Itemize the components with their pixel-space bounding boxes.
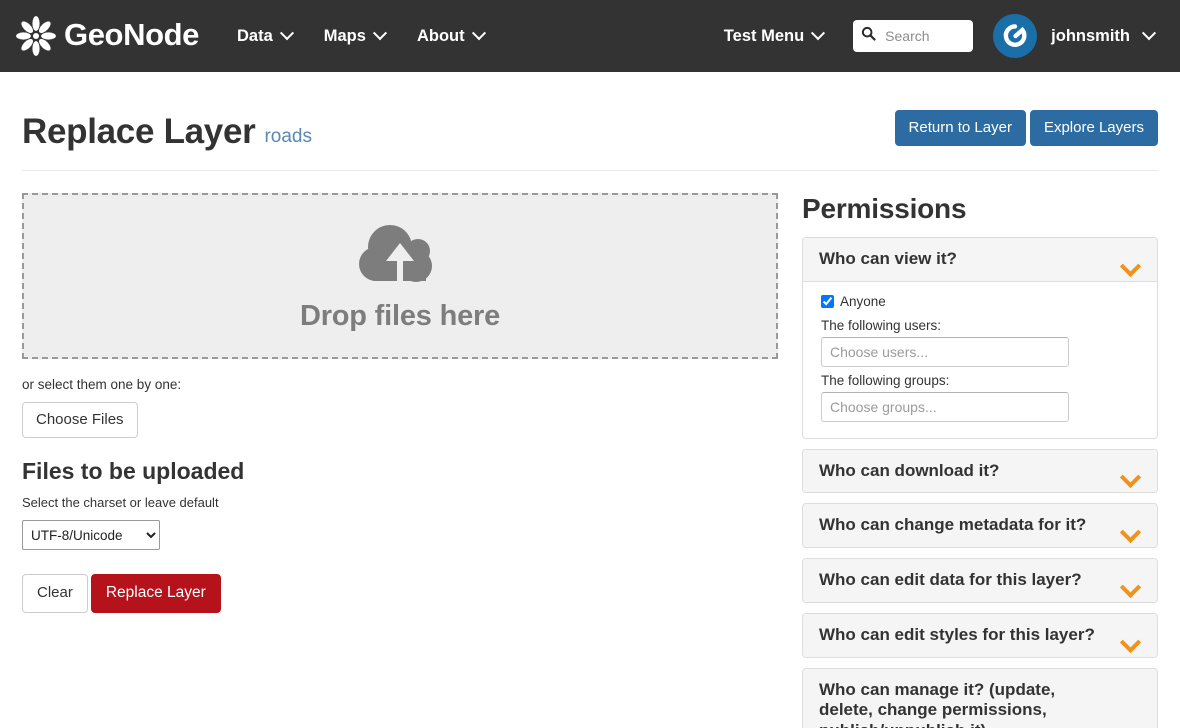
permission-panel-edit-styles-title: Who can edit styles for this layer? (819, 624, 1095, 644)
chevron-down-icon[interactable] (1121, 259, 1141, 270)
brand-name: GeoNode (64, 17, 199, 52)
chevron-down-icon[interactable] (1121, 635, 1141, 646)
permission-panel-view-body: Anyone The following users: The followin… (803, 282, 1157, 438)
anyone-checkbox-label: Anyone (840, 293, 886, 309)
chevron-down-icon (471, 26, 486, 41)
chevron-down-icon[interactable] (1121, 580, 1141, 591)
permission-panel-edit-data-title: Who can edit data for this layer? (819, 570, 1082, 590)
nav-item-data[interactable]: Data (221, 17, 308, 56)
permissions-title: Permissions (802, 193, 967, 224)
chevron-down-icon (811, 26, 826, 41)
permission-panel-manage-header[interactable]: Who can manage it? (update, delete, chan… (803, 668, 1157, 728)
chevron-down-icon (372, 26, 388, 41)
primary-nav: Data Maps About (221, 17, 500, 56)
search-box[interactable] (853, 20, 974, 52)
permission-panel-edit-styles: Who can edit styles for this layer? (802, 612, 1158, 658)
nav-item-test-menu[interactable]: Test Menu (708, 17, 839, 56)
permission-panel-download-title: Who can download it? (819, 460, 1000, 480)
page-header: Replace Layer roads Return to Layer Expl… (22, 72, 1158, 152)
navbar-right-section: Test Menu johnsmith (708, 14, 1164, 58)
return-to-layer-button[interactable]: Return to Layer (894, 110, 1026, 146)
dropzone-label: Drop files here (299, 300, 501, 332)
replace-layer-button[interactable]: Replace Layer (90, 574, 221, 613)
choose-groups-input[interactable] (821, 391, 1069, 422)
permission-panel-metadata-header[interactable]: Who can change metadata for it? (803, 504, 1157, 548)
cloud-upload-icon (354, 219, 446, 298)
select-files-hint: or select them one by one: (22, 377, 182, 392)
anyone-checkbox[interactable] (821, 294, 834, 308)
user-menu-toggle[interactable] (1134, 21, 1164, 51)
upload-actions: Clear Replace Layer (22, 574, 778, 613)
permission-panel-view: Who can view it? Anyone The following us… (802, 237, 1158, 439)
permission-panel-edit-data-header[interactable]: Who can edit data for this layer? (803, 559, 1157, 602)
permission-panel-download-header[interactable]: Who can download it? (803, 449, 1157, 493)
permission-panel-manage: Who can manage it? (update, delete, chan… (802, 667, 1158, 728)
permission-panel-download: Who can download it? (802, 448, 1158, 494)
permission-panel-manage-title: Who can manage it? (update, delete, chan… (819, 679, 1056, 728)
permission-panel-metadata-title: Who can change metadata for it? (819, 515, 1087, 535)
brand-logo-link[interactable]: GeoNode (14, 14, 199, 58)
chevron-down-icon[interactable] (1121, 470, 1141, 481)
permission-panel-view-header[interactable]: Who can view it? (803, 238, 1157, 282)
choose-users-input[interactable] (821, 336, 1069, 367)
nav-item-data-label: Data (237, 26, 273, 45)
nav-item-maps-label: Maps (323, 26, 366, 45)
nav-item-about[interactable]: About (401, 17, 500, 56)
following-groups-label: The following groups: (821, 372, 950, 388)
nav-item-maps[interactable]: Maps (308, 17, 401, 56)
page-content: Replace Layer roads Return to Layer Expl… (0, 72, 1180, 728)
explore-layers-button[interactable]: Explore Layers (1029, 110, 1158, 146)
choose-files-button[interactable]: Choose Files (22, 402, 138, 438)
chevron-down-icon[interactable] (1121, 525, 1141, 536)
charset-select[interactable]: UTF-8/Unicode (22, 520, 160, 550)
main-grid: Drop files here or select them one by on… (22, 171, 1158, 728)
page-title: Replace Layer (22, 112, 256, 151)
chevron-down-icon (279, 26, 294, 41)
permission-panel-edit-styles-header[interactable]: Who can edit styles for this layer? (803, 613, 1157, 657)
files-to-upload-title: Files to be uploaded (22, 458, 245, 484)
top-navbar: GeoNode Data Maps About Test Menu Search… (0, 0, 1180, 72)
search-input[interactable] (883, 27, 966, 45)
nav-item-test-menu-label: Test Menu (723, 26, 805, 45)
nav-item-about-label: About (416, 26, 465, 45)
file-dropzone[interactable]: Drop files here (22, 193, 778, 359)
permission-panel-metadata: Who can change metadata for it? (802, 503, 1158, 549)
page-subtitle-layer-name: roads (264, 126, 312, 147)
header-actions: Return to Layer Explore Layers (894, 110, 1158, 152)
upload-column: Drop files here or select them one by on… (22, 193, 778, 728)
avatar[interactable] (993, 14, 1038, 58)
permission-panel-view-title: Who can view it? (819, 249, 957, 268)
clear-button[interactable]: Clear (22, 574, 88, 613)
charset-label: Select the charset or leave default (22, 495, 219, 510)
permission-panel-edit-data: Who can edit data for this layer? (802, 558, 1158, 603)
following-users-label: The following users: (821, 317, 942, 333)
chevron-down-icon (1141, 26, 1157, 41)
anyone-checkbox-row[interactable]: Anyone (821, 294, 1139, 309)
permissions-column: Permissions Who can view it? Anyone The … (802, 193, 1158, 728)
username-label: johnsmith (1051, 26, 1130, 45)
geonode-flower-logo-icon (14, 14, 58, 58)
search-icon (861, 26, 876, 46)
